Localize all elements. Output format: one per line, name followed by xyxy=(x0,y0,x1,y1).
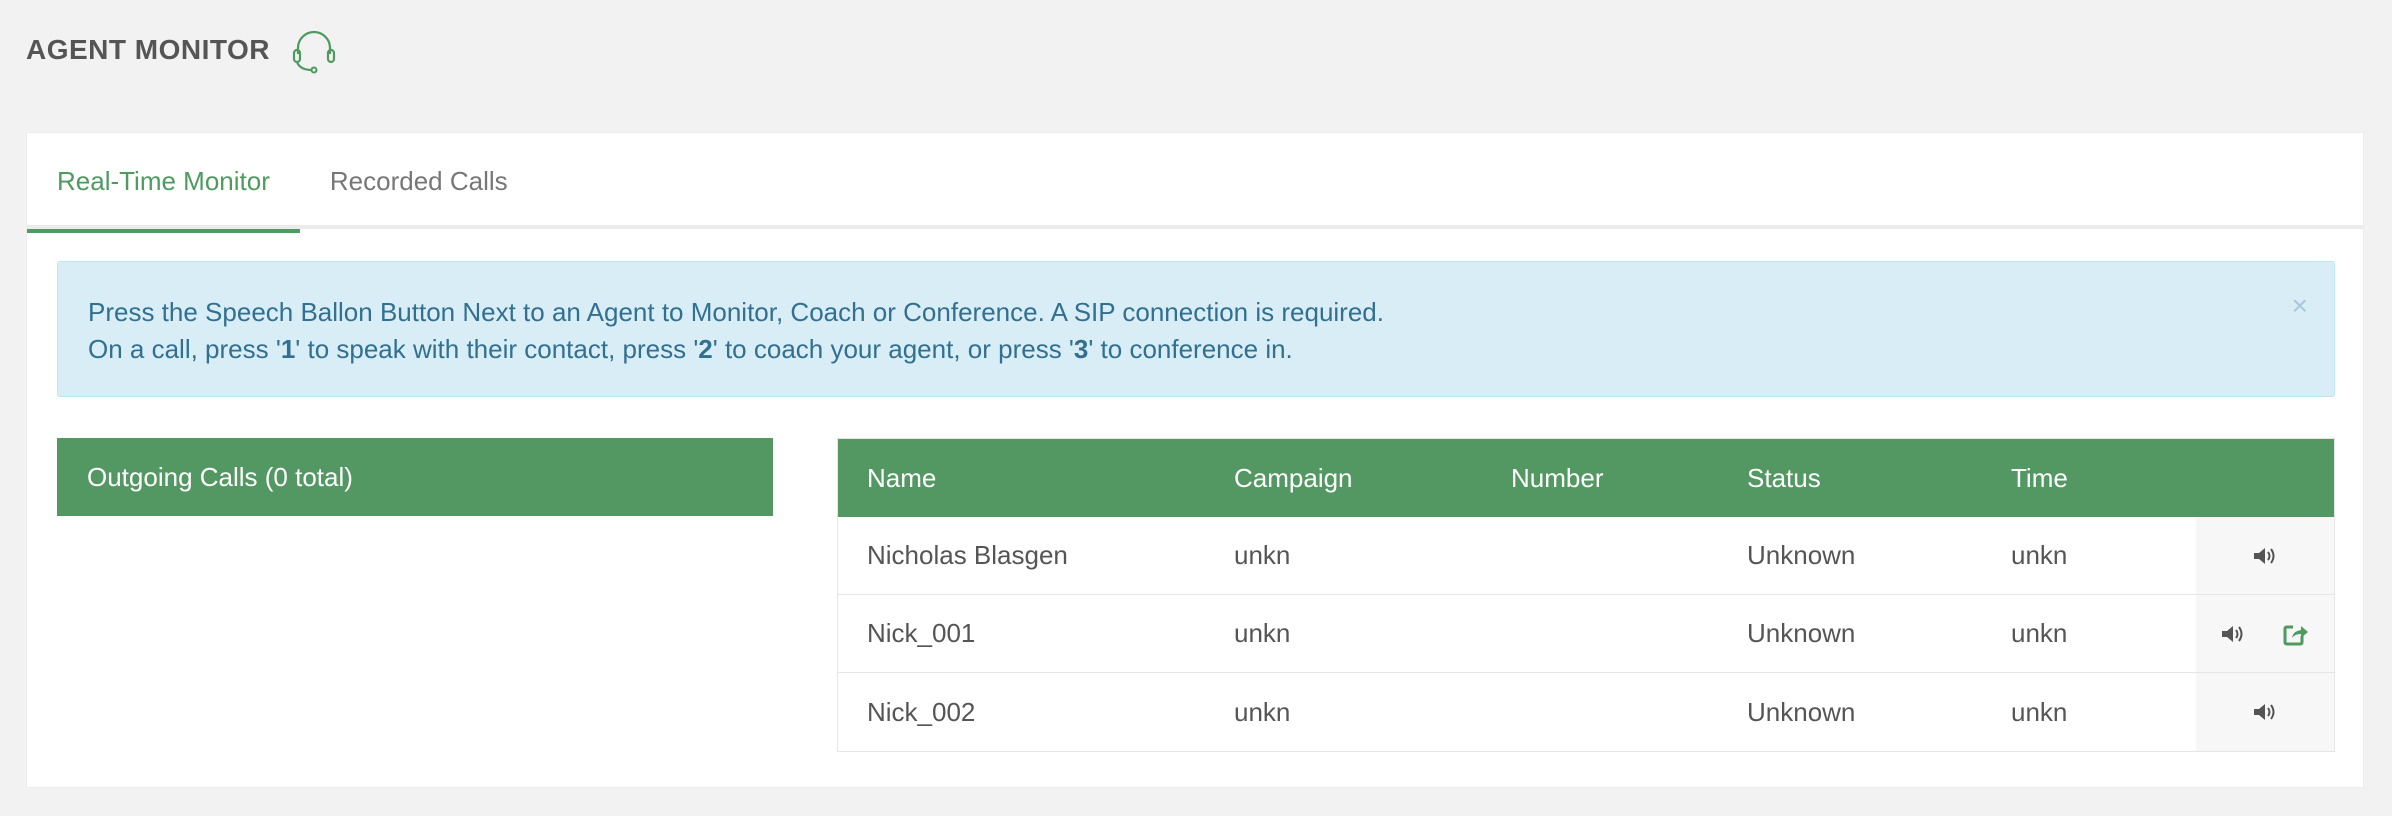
agent-time: unkn xyxy=(2011,696,2068,727)
table-row: Nick_001 unkn Unknown unkn xyxy=(838,595,2334,673)
headset-icon xyxy=(292,30,336,74)
info-alert: Press the Speech Ballon Button Next to a… xyxy=(57,261,2335,397)
monitor-card: Real-Time Monitor Recorded Calls Press t… xyxy=(26,132,2364,788)
agent-name: Nick_002 xyxy=(867,696,976,727)
tab-recorded-calls[interactable]: Recorded Calls xyxy=(300,133,538,229)
column-header-name: Name xyxy=(867,462,937,493)
column-header-status: Status xyxy=(1747,462,1821,493)
key-2: 2 xyxy=(698,334,713,364)
speaker-icon[interactable] xyxy=(2252,545,2278,567)
tab-real-time-monitor[interactable]: Real-Time Monitor xyxy=(27,133,300,233)
speaker-icon[interactable] xyxy=(2252,701,2278,723)
table-row: Nick_002 unkn Unknown unkn xyxy=(838,673,2334,751)
agent-name: Nicholas Blasgen xyxy=(867,540,1068,570)
page-title: AGENT MONITOR xyxy=(26,34,270,65)
alert-line-2: On a call, press '1' to speak with their… xyxy=(88,334,1293,364)
tab-bar: Real-Time Monitor Recorded Calls xyxy=(27,133,2363,233)
agent-status: Unknown xyxy=(1747,696,1856,727)
share-icon[interactable] xyxy=(2282,621,2310,647)
agent-status: Unknown xyxy=(1747,618,1856,648)
key-3: 3 xyxy=(1073,334,1089,364)
agent-campaign: unkn xyxy=(1234,540,1291,570)
agents-table: Name Campaign Number Status Time Nichola… xyxy=(837,438,2335,752)
close-icon[interactable]: × xyxy=(2292,292,2308,320)
alert-line-1: Press the Speech Ballon Button Next to a… xyxy=(88,297,1384,327)
agent-time: unkn xyxy=(2011,618,2068,648)
outgoing-calls-header: Outgoing Calls (0 total) xyxy=(57,438,773,516)
agent-time: unkn xyxy=(2011,540,2068,570)
column-header-actions xyxy=(2196,439,2334,517)
table-row: Nicholas Blasgen unkn Unknown unkn xyxy=(838,517,2334,595)
column-header-campaign: Campaign xyxy=(1234,462,1353,493)
column-header-number: Number xyxy=(1511,462,1604,493)
agent-status: Unknown xyxy=(1747,540,1856,570)
page-header: AGENT MONITOR xyxy=(26,22,340,78)
row-actions xyxy=(2196,517,2334,594)
agent-name: Nick_001 xyxy=(867,618,976,648)
agent-campaign: unkn xyxy=(1234,618,1291,648)
column-header-time: Time xyxy=(2011,462,2068,493)
row-actions xyxy=(2196,673,2334,751)
table-header-row: Name Campaign Number Status Time xyxy=(838,439,2334,517)
agent-campaign: unkn xyxy=(1234,696,1291,727)
key-1: 1 xyxy=(280,334,296,364)
row-actions xyxy=(2196,595,2334,672)
speaker-icon[interactable] xyxy=(2220,623,2246,645)
